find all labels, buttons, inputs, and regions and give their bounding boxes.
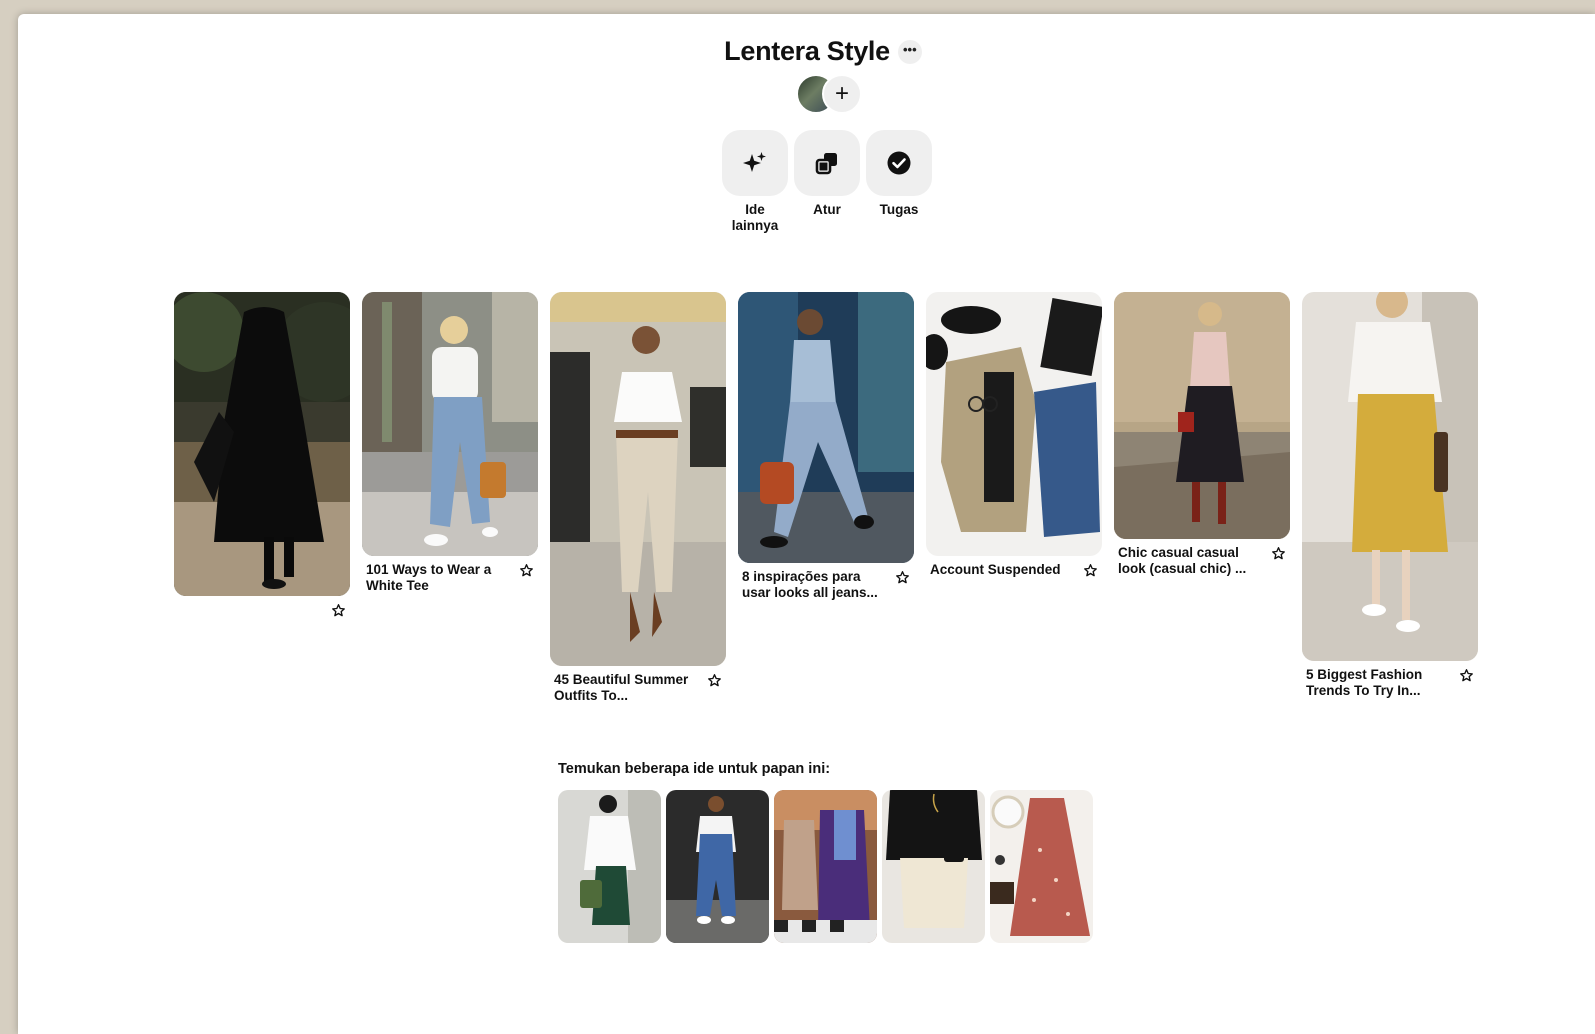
tasks-label: Tugas bbox=[879, 202, 919, 217]
pin-caption: 101 Ways to Wear a White Tee bbox=[362, 556, 538, 594]
pin-card[interactable] bbox=[174, 292, 350, 618]
ellipsis-icon[interactable]: ••• bbox=[897, 39, 922, 64]
star-icon[interactable] bbox=[895, 570, 910, 585]
suggestion-photo bbox=[666, 790, 769, 943]
pin-photo bbox=[174, 292, 350, 596]
suggestion-photo bbox=[774, 790, 877, 943]
tasks-action[interactable]: Tugas bbox=[866, 130, 932, 234]
pin-photo bbox=[926, 292, 1102, 556]
star-icon[interactable] bbox=[331, 603, 346, 618]
suggestion-photo bbox=[558, 790, 661, 943]
star-icon[interactable] bbox=[1459, 668, 1474, 683]
pin-caption: 5 Biggest Fashion Trends To Try In... bbox=[1302, 661, 1478, 699]
suggestions-title: Temukan beberapa ide untuk papan ini: bbox=[558, 761, 831, 777]
pin-card[interactable]: 5 Biggest Fashion Trends To Try In... bbox=[1302, 292, 1478, 699]
star-icon[interactable] bbox=[1083, 563, 1098, 578]
pin-image[interactable] bbox=[362, 292, 538, 556]
star-icon[interactable] bbox=[1271, 546, 1286, 561]
plus-icon[interactable]: + bbox=[822, 74, 862, 114]
pin-photo bbox=[738, 292, 914, 563]
suggestion-photo bbox=[990, 790, 1093, 943]
pin-photo bbox=[550, 292, 726, 666]
star-icon[interactable] bbox=[707, 673, 722, 688]
pin-card[interactable]: 8 inspirações para usar looks all jeans.… bbox=[738, 292, 914, 601]
pin-caption: 8 inspirações para usar looks all jeans.… bbox=[738, 563, 914, 601]
suggestion-thumbnail[interactable] bbox=[990, 790, 1093, 943]
suggestion-thumbnail[interactable] bbox=[666, 790, 769, 943]
pin-caption: 45 Beautiful Summer Outfits To... bbox=[550, 666, 726, 704]
pin-photo bbox=[362, 292, 538, 556]
pin-card[interactable]: Chic casual casual look (casual chic) ..… bbox=[1114, 292, 1290, 577]
suggestion-thumbnail[interactable] bbox=[882, 790, 985, 943]
pin-title[interactable]: Chic casual casual look (casual chic) ..… bbox=[1118, 545, 1258, 577]
pin-caption: Account Suspended bbox=[926, 556, 1102, 578]
pin-title[interactable]: 101 Ways to Wear a White Tee bbox=[366, 562, 506, 594]
board-actions: Ide lainnya Atur Tugas bbox=[722, 130, 932, 234]
pin-image[interactable] bbox=[738, 292, 914, 563]
organize-button[interactable] bbox=[794, 130, 860, 196]
suggestion-thumbnail[interactable] bbox=[774, 790, 877, 943]
organize-icon bbox=[815, 153, 837, 175]
pin-image[interactable] bbox=[550, 292, 726, 666]
suggestion-photo bbox=[882, 790, 985, 943]
pin-caption: Chic casual casual look (casual chic) ..… bbox=[1114, 539, 1290, 577]
pin-card[interactable]: 45 Beautiful Summer Outfits To... bbox=[550, 292, 726, 704]
pin-image[interactable] bbox=[1114, 292, 1290, 539]
pin-image[interactable] bbox=[926, 292, 1102, 556]
pin-image[interactable] bbox=[174, 292, 350, 596]
tasks-button[interactable] bbox=[866, 130, 932, 196]
more-ideas-label: Ide lainnya bbox=[731, 202, 779, 233]
pinterest-window: Lentera Style ••• + Ide lainnya Atur Tug… bbox=[18, 14, 1595, 1034]
board-title: Lentera Style bbox=[724, 36, 890, 66]
pin-card[interactable]: 101 Ways to Wear a White Tee bbox=[362, 292, 538, 594]
pin-image[interactable] bbox=[1302, 292, 1478, 661]
star-icon[interactable] bbox=[519, 563, 534, 578]
pin-title[interactable]: 5 Biggest Fashion Trends To Try In... bbox=[1306, 667, 1446, 699]
pin-title[interactable]: Account Suspended bbox=[930, 562, 1070, 578]
title-row: Lentera Style ••• bbox=[18, 36, 1595, 67]
pin-caption-empty bbox=[174, 596, 350, 618]
suggestion-thumbnail[interactable] bbox=[558, 790, 661, 943]
organize-action[interactable]: Atur bbox=[794, 130, 860, 234]
more-ideas-button[interactable] bbox=[722, 130, 788, 196]
pin-card[interactable]: Account Suspended bbox=[926, 292, 1102, 578]
suggestions-row bbox=[558, 790, 1093, 943]
pin-photo bbox=[1302, 292, 1478, 661]
pin-title[interactable]: 8 inspirações para usar looks all jeans.… bbox=[742, 569, 882, 601]
more-ideas-action[interactable]: Ide lainnya bbox=[722, 130, 788, 234]
check-circle-icon bbox=[887, 151, 911, 175]
pin-photo bbox=[1114, 292, 1290, 539]
pin-title[interactable]: 45 Beautiful Summer Outfits To... bbox=[554, 672, 694, 704]
collaborators: + bbox=[796, 74, 862, 114]
sparkle-icon bbox=[743, 152, 766, 172]
organize-label: Atur bbox=[813, 202, 841, 217]
